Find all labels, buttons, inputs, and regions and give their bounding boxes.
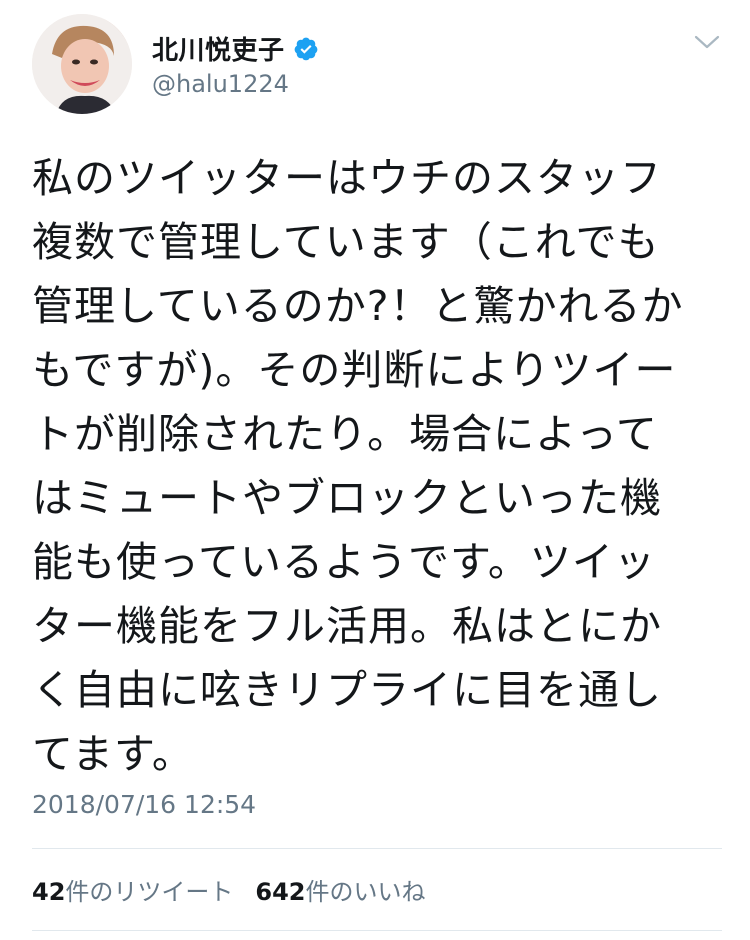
display-name[interactable]: 北川悦吏子	[152, 30, 285, 67]
retweets-stat[interactable]: 42 件のリツイート	[32, 872, 233, 907]
tweet-timestamp[interactable]: 2018/07/16 12:54	[32, 790, 256, 819]
tweet-header: 北川悦吏子 @halu1224	[32, 14, 722, 114]
verified-badge-icon	[293, 36, 319, 62]
tweet-card: 北川悦吏子 @halu1224 私のツイッターはウチのスタッフ 複数で管理してい…	[0, 0, 750, 940]
likes-count: 642	[255, 878, 306, 906]
retweets-label: 件のリツイート	[65, 878, 234, 906]
divider	[32, 848, 722, 849]
name-row: 北川悦吏子	[152, 30, 319, 67]
chevron-down-icon[interactable]	[692, 32, 722, 52]
likes-stat[interactable]: 642 件のいいね	[255, 872, 425, 907]
retweets-count: 42	[32, 878, 66, 906]
user-handle[interactable]: @halu1224	[152, 70, 289, 98]
divider	[32, 930, 722, 931]
tweet-stats: 42 件のリツイート 642 件のいいね	[32, 872, 426, 907]
likes-label: 件のいいね	[305, 878, 426, 906]
avatar[interactable]	[32, 14, 132, 114]
tweet-text: 私のツイッターはウチのスタッフ 複数で管理しています（これでも 管理しているのか…	[32, 154, 684, 778]
